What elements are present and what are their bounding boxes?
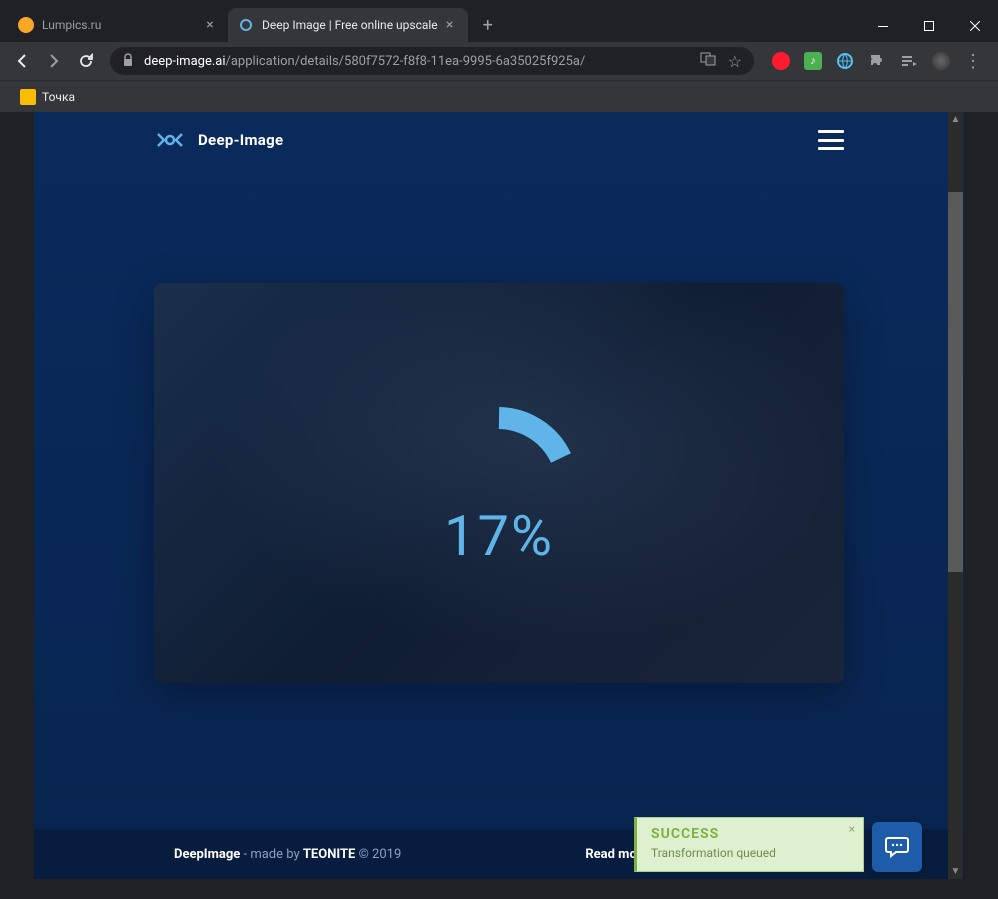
close-icon[interactable]: ×: [849, 822, 855, 836]
tab-title: Lumpics.ru: [42, 18, 198, 32]
lock-icon: [122, 52, 134, 71]
logo[interactable]: Deep-Image: [154, 130, 283, 150]
maximize-button[interactable]: [906, 10, 952, 42]
tab-lumpics[interactable]: Lumpics.ru ×: [8, 8, 228, 42]
translate-icon[interactable]: [700, 51, 716, 71]
toast-title: SUCCESS: [651, 826, 849, 842]
site-header: Deep-Image: [34, 112, 964, 168]
favicon-deepimage: [238, 17, 254, 33]
window-controls: [860, 10, 998, 42]
opera-icon[interactable]: [772, 52, 790, 70]
success-toast: × SUCCESS Transformation queued: [634, 817, 864, 872]
browser-toolbar: deep-image.ai/application/details/580f75…: [0, 42, 998, 80]
minimize-button[interactable]: [860, 10, 906, 42]
folder-icon: [20, 89, 36, 105]
progress-percent: 17%: [409, 503, 589, 569]
scroll-up-icon[interactable]: ▲: [948, 112, 963, 127]
forward-button[interactable]: [40, 47, 68, 75]
hamburger-menu[interactable]: [818, 130, 844, 150]
scroll-thumb[interactable]: [948, 192, 963, 572]
favicon-lumpics: [18, 17, 34, 33]
chat-icon: [884, 834, 910, 860]
image-processing-card: 17%: [154, 283, 844, 683]
star-icon[interactable]: ☆: [728, 52, 742, 71]
puzzle-icon[interactable]: [868, 52, 886, 70]
scroll-down-icon[interactable]: ▼: [948, 864, 963, 879]
bookmark-label: Точка: [42, 90, 75, 104]
footer-credits: DeepImage - made by TEONITE © 2019: [174, 847, 401, 862]
extensions: ♪ ⋮: [764, 52, 990, 70]
address-bar[interactable]: deep-image.ai/application/details/580f75…: [110, 47, 754, 75]
logo-text: Deep-Image: [198, 131, 283, 149]
media-icon[interactable]: [900, 52, 918, 70]
tab-strip: Lumpics.ru × Deep Image | Free online up…: [8, 8, 860, 42]
menu-icon[interactable]: ⋮: [964, 52, 982, 70]
main-content: 17%: [34, 168, 964, 683]
url-text: deep-image.ai/application/details/580f75…: [144, 54, 700, 69]
close-icon[interactable]: ×: [202, 17, 218, 33]
tab-title: Deep Image | Free online upscale: [262, 18, 438, 32]
music-icon[interactable]: ♪: [804, 52, 822, 70]
reload-button[interactable]: [72, 47, 100, 75]
logo-icon: [154, 130, 186, 150]
progress-arc-icon: [409, 398, 589, 488]
new-tab-button[interactable]: +: [474, 11, 502, 39]
close-window-button[interactable]: [952, 10, 998, 42]
page-viewport: Deep-Image 17% DeepImage - made by TEONI…: [34, 112, 964, 879]
chat-button[interactable]: [872, 822, 922, 872]
bookmarks-bar: Точка: [0, 80, 998, 112]
bookmark-tochka[interactable]: Точка: [12, 85, 83, 109]
back-button[interactable]: [8, 47, 36, 75]
tab-deepimage[interactable]: Deep Image | Free online upscale ×: [228, 8, 468, 42]
toast-message: Transformation queued: [651, 846, 849, 860]
scrollbar[interactable]: ▲ ▼: [948, 112, 963, 879]
avatar[interactable]: [932, 52, 950, 70]
window-titlebar: Lumpics.ru × Deep Image | Free online up…: [0, 0, 998, 42]
close-icon[interactable]: ×: [442, 17, 458, 33]
page-content: Deep-Image 17% DeepImage - made by TEONI…: [34, 112, 964, 879]
globe-icon[interactable]: [836, 52, 854, 70]
progress-indicator: 17%: [409, 398, 589, 569]
